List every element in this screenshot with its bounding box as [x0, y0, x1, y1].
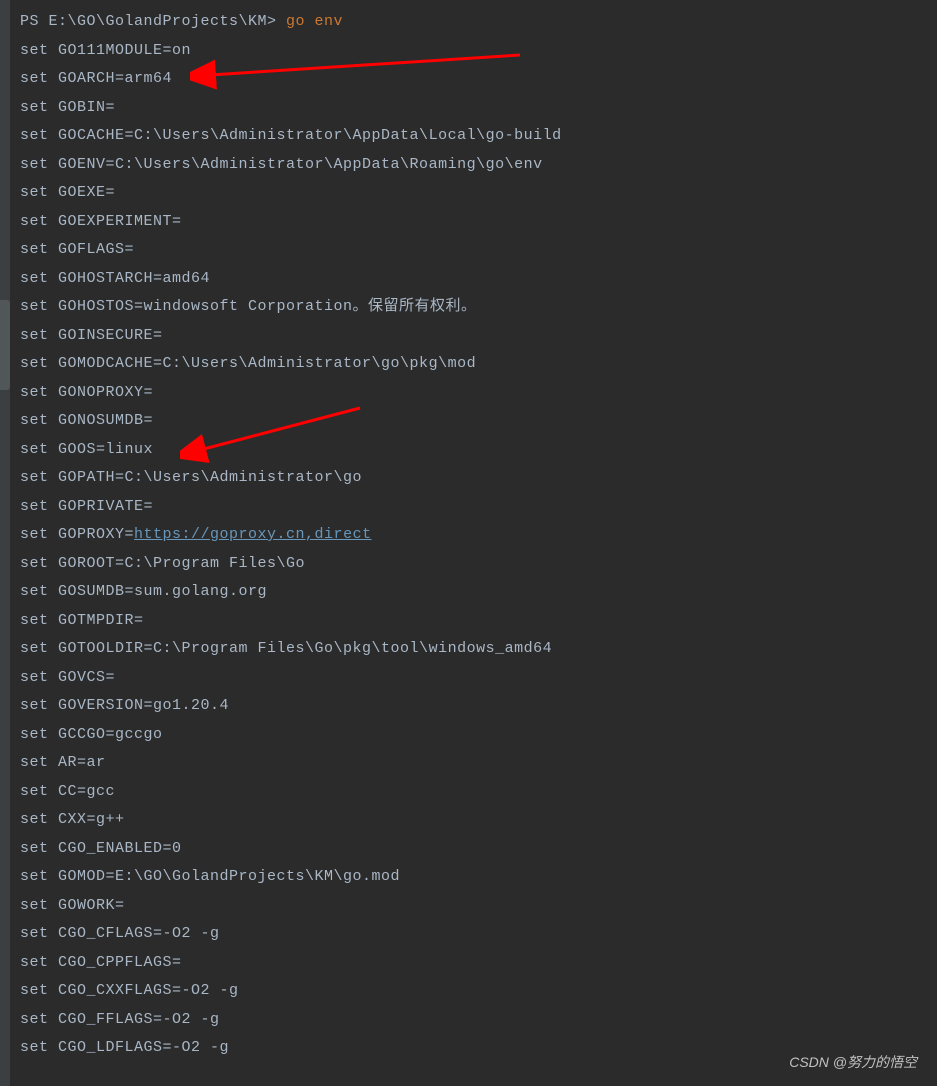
env-line: set GOINSECURE= [20, 322, 917, 351]
env-line: set GOPATH=C:\Users\Administrator\go [20, 464, 917, 493]
env-line: set CGO_CFLAGS=-O2 -g [20, 920, 917, 949]
env-line: set GOMOD=E:\GO\GolandProjects\KM\go.mod [20, 863, 917, 892]
env-line: set GOEXE= [20, 179, 917, 208]
env-line: set GOPRIVATE= [20, 493, 917, 522]
env-line: set GOSUMDB=sum.golang.org [20, 578, 917, 607]
env-line: set GOHOSTOS=windowsoft Corporation。保留所有… [20, 293, 917, 322]
env-line: set CXX=g++ [20, 806, 917, 835]
env-line: set GOHOSTARCH=amd64 [20, 265, 917, 294]
env-line: set GOTMPDIR= [20, 607, 917, 636]
env-line: set AR=ar [20, 749, 917, 778]
env-line: set GOWORK= [20, 892, 917, 921]
env-line: set GCCGO=gccgo [20, 721, 917, 750]
env-line: set GOENV=C:\Users\Administrator\AppData… [20, 151, 917, 180]
env-line: set GOVERSION=go1.20.4 [20, 692, 917, 721]
terminal-output[interactable]: PS E:\GO\GolandProjects\KM> go env set G… [20, 8, 917, 1063]
env-line: set GOVCS= [20, 664, 917, 693]
env-line: set GOCACHE=C:\Users\Administrator\AppDa… [20, 122, 917, 151]
env-line: set GOROOT=C:\Program Files\Go [20, 550, 917, 579]
prompt-line: PS E:\GO\GolandProjects\KM> go env [20, 8, 917, 37]
gutter-tab[interactable] [0, 300, 10, 390]
env-line: set GONOSUMDB= [20, 407, 917, 436]
env-line-goarch: set GOARCH=arm64 [20, 65, 917, 94]
env-line: set GO111MODULE=on [20, 37, 917, 66]
env-line: set GOTOOLDIR=C:\Program Files\Go\pkg\to… [20, 635, 917, 664]
env-line: set GOEXPERIMENT= [20, 208, 917, 237]
env-line: set CGO_FFLAGS=-O2 -g [20, 1006, 917, 1035]
env-line: set GONOPROXY= [20, 379, 917, 408]
shell-prompt: PS E:\GO\GolandProjects\KM> [20, 13, 286, 30]
env-line-goproxy: set GOPROXY=https://goproxy.cn,direct [20, 521, 917, 550]
env-line: set CC=gcc [20, 778, 917, 807]
env-line-goos: set GOOS=linux [20, 436, 917, 465]
env-line: set CGO_LDFLAGS=-O2 -g [20, 1034, 917, 1063]
proxy-url-link[interactable]: https://goproxy.cn,direct [134, 526, 372, 543]
proxy-prefix: set GOPROXY= [20, 526, 134, 543]
env-line: set CGO_CXXFLAGS=-O2 -g [20, 977, 917, 1006]
env-line: set GOBIN= [20, 94, 917, 123]
env-line: set CGO_ENABLED=0 [20, 835, 917, 864]
env-line: set GOMODCACHE=C:\Users\Administrator\go… [20, 350, 917, 379]
env-line: set CGO_CPPFLAGS= [20, 949, 917, 978]
env-line: set GOFLAGS= [20, 236, 917, 265]
command-text: go env [286, 13, 343, 30]
editor-gutter [0, 0, 10, 1086]
